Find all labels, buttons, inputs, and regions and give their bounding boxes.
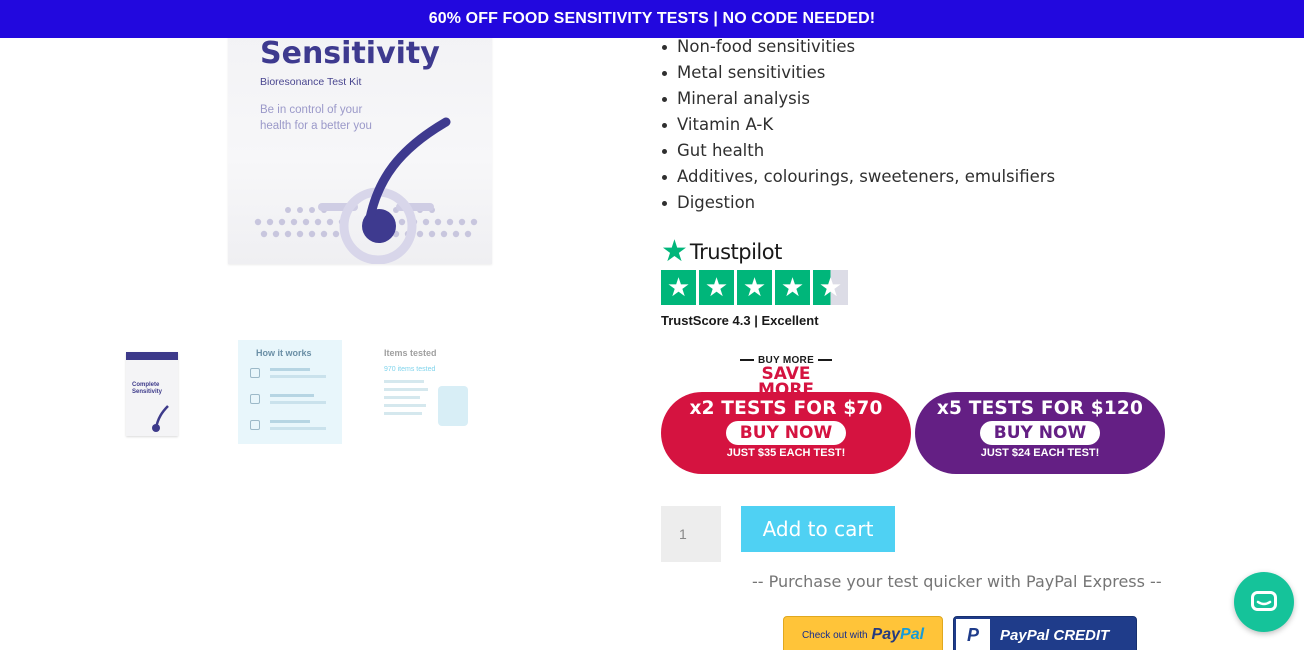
promo-x2-tests[interactable]: x2 TESTS FOR $70 BUY NOW JUST $35 EACH T… — [661, 392, 911, 474]
thumbnail-box[interactable]: Complete Sensitivity — [100, 340, 204, 444]
text-line — [270, 427, 326, 430]
thumbnail-how-it-works-title: How it works — [256, 348, 312, 358]
trustpilot-logo[interactable]: ★ Trustpilot — [661, 237, 782, 267]
paypal-logo-pal: Pal — [900, 626, 925, 643]
trustpilot-rating-stars: ★ ★ ★ ★ ★ — [661, 270, 848, 305]
rating-half-star-icon: ★ — [813, 270, 848, 305]
chat-icon — [1251, 591, 1277, 611]
paypal-logo-pay: Pay — [871, 626, 901, 643]
feature-item: Mineral analysis — [661, 86, 1055, 112]
promo-banner-text: 60% OFF FOOD SENSITIVITY TESTS | NO CODE… — [428, 10, 876, 27]
promo-x2-footnote: JUST $35 EACH TEST! — [726, 447, 846, 459]
paypal-credit-label: PayPal CREDIT — [1000, 626, 1110, 644]
items-illustration — [438, 386, 468, 426]
feature-item: Gut health — [661, 138, 1055, 164]
post-sample-icon — [250, 394, 260, 404]
feature-item: Metal sensitivities — [661, 60, 1055, 86]
thumbnail-items-tested-title: Items tested — [384, 348, 437, 358]
promo-x5-footnote: JUST $24 EACH TEST! — [980, 447, 1100, 459]
product-image-tagline: Be in control of your health for a bette… — [260, 102, 372, 134]
thumbnail-box-image: Complete Sensitivity — [126, 352, 178, 436]
add-to-cart-button[interactable]: Add to cart — [741, 506, 895, 552]
rating-star-icon: ★ — [737, 270, 772, 305]
text-line — [384, 380, 424, 383]
text-line — [270, 401, 326, 404]
quantity-input[interactable] — [661, 506, 721, 562]
product-image-subtitle: Bioresonance Test Kit — [260, 76, 362, 88]
paypal-p-icon: P — [956, 619, 990, 650]
get-results-icon — [250, 420, 260, 430]
trustpilot-star-icon: ★ — [661, 235, 688, 268]
thumbnail-how-it-works[interactable]: How it works — [238, 340, 342, 444]
rating-star-icon: ★ — [775, 270, 810, 305]
promo-x2-heading: x2 TESTS FOR $70 — [689, 398, 883, 419]
rating-star-icon: ★ — [661, 270, 696, 305]
choose-test-icon — [250, 368, 260, 378]
trustpilot-score: TrustScore 4.3 | Excellent — [661, 313, 819, 328]
feature-item: Digestion — [661, 190, 1055, 216]
promo-x2-buy-now-button[interactable]: BUY NOW — [725, 421, 847, 445]
text-line — [270, 394, 314, 397]
rating-star-icon: ★ — [699, 270, 734, 305]
thumbnail-items-tested[interactable]: Items tested 970 items tested — [376, 340, 480, 444]
paypal-checkout-prefix: Check out with — [801, 629, 868, 641]
promo-x5-buy-now-button[interactable]: BUY NOW — [979, 421, 1101, 445]
paypal-credit-button[interactable]: P PayPal CREDIT — [953, 616, 1137, 650]
thumbnail-items-tested-sub: 970 items tested — [384, 366, 436, 373]
promo-x5-heading: x5 TESTS FOR $120 — [936, 398, 1144, 419]
feature-item: Vitamin A-K — [661, 112, 1055, 138]
product-image-title: Sensitivity — [260, 36, 440, 71]
text-line — [384, 388, 428, 391]
product-image-tagline-line-1: Be in control of your — [260, 104, 363, 116]
main-product-image[interactable]: Sensitivity Bioresonance Test Kit Be in … — [228, 0, 492, 264]
paypal-checkout-button[interactable]: Check out with PayPal — [783, 616, 943, 650]
paypal-express-note: -- Purchase your test quicker with PayPa… — [752, 572, 1162, 591]
text-line — [270, 375, 326, 378]
text-line — [384, 396, 420, 399]
product-image-tagline-line-2: health for a better you — [260, 120, 372, 132]
text-line — [270, 368, 310, 371]
text-line — [384, 412, 422, 415]
paypal-logo: PayPal — [872, 626, 924, 644]
feature-item: Additives, colourings, sweeteners, emuls… — [661, 164, 1055, 190]
trustpilot-brand-name: Trustpilot — [689, 240, 782, 264]
text-line — [270, 420, 310, 423]
chat-button[interactable] — [1234, 572, 1294, 632]
features-list: Non-food sensitivities Metal sensitiviti… — [661, 34, 1055, 216]
text-line — [384, 404, 426, 407]
thumbnail-hair-icon — [152, 405, 169, 432]
promo-banner: 60% OFF FOOD SENSITIVITY TESTS | NO CODE… — [0, 0, 1304, 38]
promo-x5-tests[interactable]: x5 TESTS FOR $120 BUY NOW JUST $24 EACH … — [915, 392, 1165, 474]
